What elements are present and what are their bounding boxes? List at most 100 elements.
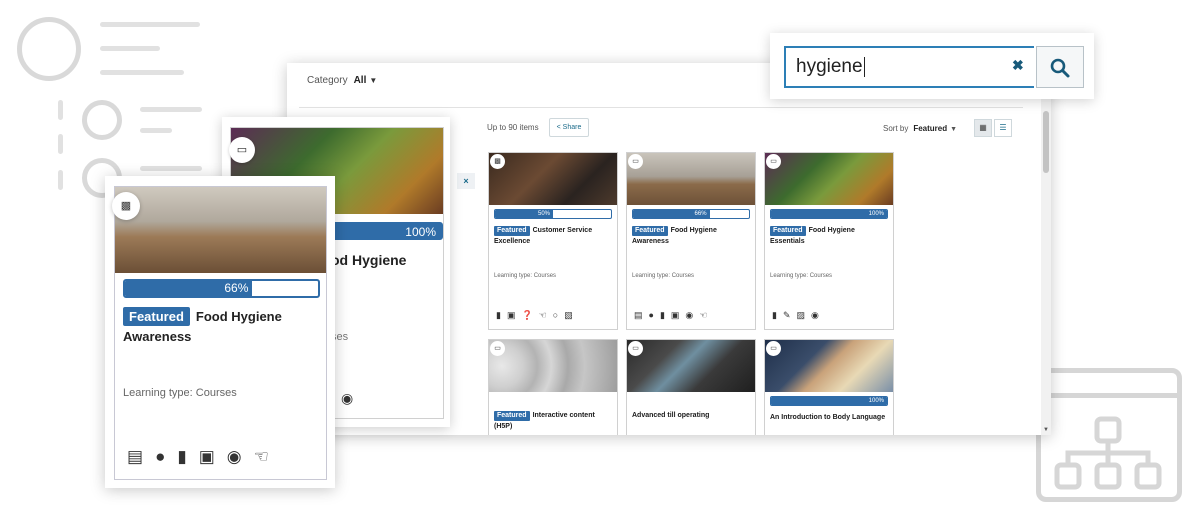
laptop-icon: ▭ bbox=[628, 341, 643, 356]
deco-dash bbox=[58, 100, 63, 120]
question-icon: ❓ bbox=[521, 310, 539, 320]
progress-bar: 66% bbox=[632, 209, 750, 219]
laptop-icon: ▭ bbox=[766, 341, 781, 356]
search-box: hygiene ✖ bbox=[770, 33, 1094, 99]
course-icons: ▤●▮▣◉☜ bbox=[127, 447, 281, 467]
chat-icon: ◉ bbox=[685, 310, 700, 320]
screen-icon: ▣ bbox=[198, 447, 227, 466]
edit-icon: ✎ bbox=[782, 310, 797, 320]
search-value: hygiene bbox=[796, 56, 863, 77]
course-title[interactable]: od Hygiene bbox=[331, 252, 406, 268]
grid-view-button[interactable]: ▦ bbox=[974, 119, 992, 137]
document-user-icon: ▤ bbox=[127, 447, 156, 466]
clear-search-icon[interactable]: ✖ bbox=[1012, 57, 1024, 74]
course-image bbox=[765, 340, 893, 392]
course-card[interactable]: ▩ 50% Featured Customer Service Excellenc… bbox=[488, 152, 618, 330]
course-card[interactable]: ▭ Advanced till operating bbox=[626, 339, 756, 435]
featured-badge: Featured bbox=[770, 226, 806, 236]
featured-badge: Featured bbox=[494, 226, 530, 236]
deco-circle-small bbox=[82, 100, 122, 140]
book-icon: ▮ bbox=[772, 310, 783, 320]
chat-icon: ○ bbox=[552, 310, 565, 320]
course-title[interactable]: Advanced till operating bbox=[632, 410, 751, 421]
course-card[interactable]: ▭ Featured Interactive content (H5P) bbox=[488, 339, 618, 435]
progress-text: 50% bbox=[495, 210, 553, 218]
grid-icon: ▦ bbox=[979, 123, 987, 132]
book-icon: ▮ bbox=[659, 310, 671, 320]
course-title[interactable]: Featured Customer Service Excellence bbox=[494, 225, 613, 247]
progress-text: 100% bbox=[771, 397, 887, 405]
share-label: Share bbox=[562, 124, 582, 131]
progress-bar: 66% bbox=[123, 279, 320, 298]
course-image bbox=[115, 187, 326, 273]
globe-icon: ◉ bbox=[341, 390, 354, 406]
item-count: Up to 90 items bbox=[487, 123, 539, 132]
search-button[interactable] bbox=[1036, 46, 1084, 88]
screen-icon: ▣ bbox=[506, 310, 522, 320]
laptop-icon: ▭ bbox=[229, 137, 255, 163]
search-input[interactable]: hygiene bbox=[784, 46, 1034, 88]
course-title[interactable]: Featured Food Hygiene Awareness bbox=[123, 307, 323, 347]
circle-icon: ● bbox=[648, 310, 660, 320]
list-icon: ☰ bbox=[999, 123, 1007, 132]
category-value: All bbox=[353, 75, 367, 86]
course-card[interactable]: ▭ 100% Featured Food Hygiene Essentials L… bbox=[764, 152, 894, 330]
toolbox-icon: ▨ bbox=[796, 310, 812, 320]
caret-down-icon: ▼ bbox=[950, 126, 958, 133]
caret-down-icon: ▼ bbox=[369, 76, 378, 85]
course-image bbox=[489, 153, 617, 205]
course-title[interactable]: An Introduction to Body Language bbox=[770, 412, 889, 423]
deco-line bbox=[100, 46, 160, 51]
course-title[interactable]: Featured Food Hygiene Awareness bbox=[632, 225, 751, 247]
deco-line bbox=[140, 128, 172, 133]
scroll-down-icon[interactable]: ▼ bbox=[1043, 427, 1049, 433]
contact-book-icon: ▧ bbox=[564, 310, 579, 320]
share-button[interactable]: < Share bbox=[549, 118, 589, 137]
course-card[interactable]: ▭ 100% An Introduction to Body Language bbox=[764, 339, 894, 435]
category-filter[interactable]: Category All ▼ bbox=[307, 75, 377, 86]
classroom-icon: ▩ bbox=[490, 154, 505, 169]
featured-badge: Featured bbox=[123, 307, 190, 326]
document-user-icon: ▤ bbox=[634, 310, 649, 320]
sort-label: Sort by bbox=[883, 124, 909, 133]
progress-text: 100% bbox=[405, 225, 436, 239]
course-card-zoom[interactable]: 66% Featured Food Hygiene Awareness Learn… bbox=[105, 176, 335, 488]
course-image bbox=[627, 340, 755, 392]
megaphone-icon: ☜ bbox=[253, 447, 281, 466]
course-title[interactable]: Featured Interactive content (H5P) bbox=[494, 410, 613, 432]
clear-filter-icon[interactable]: × bbox=[457, 173, 475, 189]
progress-text: 100% bbox=[771, 210, 887, 218]
list-view-button[interactable]: ☰ bbox=[994, 119, 1012, 137]
share-icon: < bbox=[556, 124, 561, 131]
deco-line bbox=[100, 22, 200, 27]
laptop-icon: ▭ bbox=[766, 154, 781, 169]
classroom-icon: ▩ bbox=[112, 192, 140, 220]
screen-icon: ▣ bbox=[670, 310, 686, 320]
progress-text: 66% bbox=[633, 210, 710, 218]
org-chart-decoration-icon bbox=[1036, 368, 1182, 502]
deco-dash bbox=[58, 134, 63, 154]
globe-icon: ◉ bbox=[811, 310, 825, 320]
featured-badge: Featured bbox=[494, 411, 530, 421]
megaphone-icon: ☜ bbox=[699, 310, 714, 320]
course-title[interactable]: Featured Food Hygiene Essentials bbox=[770, 225, 889, 247]
learning-type: Learning type: Courses bbox=[770, 273, 833, 279]
scrollbar-thumb[interactable] bbox=[1043, 111, 1049, 173]
progress-bar: 100% bbox=[770, 396, 888, 406]
course-icons: ▮✎▨◉ bbox=[772, 310, 825, 321]
course-card[interactable]: ▭ 66% Featured Food Hygiene Awareness Lea… bbox=[626, 152, 756, 330]
course-image bbox=[765, 153, 893, 205]
featured-badge: Featured bbox=[632, 226, 668, 236]
progress-text: 66% bbox=[125, 281, 253, 296]
progress-bar: 100% bbox=[770, 209, 888, 219]
deco-line bbox=[140, 166, 202, 171]
course-icons: ▤●▮▣◉☜ bbox=[634, 310, 713, 321]
deco-line bbox=[100, 70, 184, 75]
laptop-icon: ▭ bbox=[490, 341, 505, 356]
learning-type: Learning type: Courses bbox=[123, 387, 237, 399]
chat-icon: ◉ bbox=[226, 447, 254, 466]
book-icon: ▮ bbox=[496, 310, 507, 320]
book-icon: ▮ bbox=[177, 447, 199, 466]
sort-by[interactable]: Sort by Featured ▼ bbox=[883, 124, 957, 133]
megaphone-icon: ☜ bbox=[538, 310, 553, 320]
